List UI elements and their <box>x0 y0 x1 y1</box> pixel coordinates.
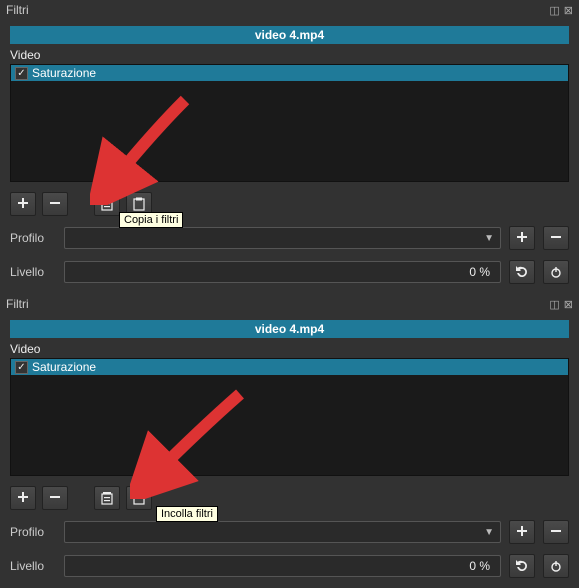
filter-item[interactable]: ✓ Saturazione <box>11 359 568 375</box>
minus-icon <box>48 197 62 211</box>
panel-title: Filtri <box>6 297 29 311</box>
dock-icon[interactable]: ◫ <box>549 4 559 17</box>
profile-add-button[interactable] <box>509 520 535 544</box>
paste-icon <box>132 197 146 211</box>
plus-icon <box>515 231 529 245</box>
filters-panel-2: Filtri ◫ ⊠ video 4.mp4 Video ✓ Saturazio… <box>0 294 579 588</box>
undo-icon <box>515 559 529 573</box>
plus-icon <box>16 491 30 505</box>
add-filter-button[interactable] <box>10 486 36 510</box>
reset-button[interactable] <box>509 554 535 578</box>
panel-header: Filtri ◫ ⊠ <box>0 0 579 20</box>
level-label: Livello <box>10 265 56 279</box>
copy-filters-button[interactable] <box>94 486 120 510</box>
filter-name: Saturazione <box>32 360 96 374</box>
tooltip-paste: Incolla filtri <box>156 506 218 522</box>
filter-toolbar <box>10 486 569 510</box>
clip-name: video 4.mp4 <box>10 26 569 44</box>
reset-button[interactable] <box>509 260 535 284</box>
chevron-down-icon: ▼ <box>484 233 494 244</box>
panel-window-controls: ◫ ⊠ <box>549 298 573 311</box>
tooltip-copy: Copia i filtri <box>119 212 183 228</box>
filters-panel-1: Filtri ◫ ⊠ video 4.mp4 Video ✓ Saturazio… <box>0 0 579 294</box>
power-icon <box>549 559 563 573</box>
panel-header: Filtri ◫ ⊠ <box>0 294 579 314</box>
profile-remove-button[interactable] <box>543 226 569 250</box>
filter-checkbox[interactable]: ✓ <box>15 361 28 374</box>
undo-icon <box>515 265 529 279</box>
add-filter-button[interactable] <box>10 192 36 216</box>
profile-label: Profilo <box>10 231 56 245</box>
plus-icon <box>16 197 30 211</box>
dock-icon[interactable]: ◫ <box>549 298 559 311</box>
clip-name: video 4.mp4 <box>10 320 569 338</box>
filter-list[interactable]: ✓ Saturazione <box>10 358 569 476</box>
level-slider[interactable]: 0 % <box>64 261 501 283</box>
panel-body: video 4.mp4 Video ✓ Saturazione <box>0 20 579 294</box>
copy-icon <box>100 197 114 211</box>
paste-filters-button[interactable] <box>126 486 152 510</box>
filter-group-label: Video <box>10 342 569 356</box>
minus-icon <box>48 491 62 505</box>
paste-icon <box>132 491 146 505</box>
filter-toolbar <box>10 192 569 216</box>
level-value: 0 % <box>469 559 490 573</box>
profile-combo[interactable]: ▼ <box>64 521 501 543</box>
close-icon[interactable]: ⊠ <box>564 4 573 17</box>
profile-remove-button[interactable] <box>543 520 569 544</box>
minus-icon <box>549 525 563 539</box>
profile-add-button[interactable] <box>509 226 535 250</box>
remove-filter-button[interactable] <box>42 192 68 216</box>
profile-combo[interactable]: ▼ <box>64 227 501 249</box>
chevron-down-icon: ▼ <box>484 527 494 538</box>
filter-list[interactable]: ✓ Saturazione <box>10 64 569 182</box>
level-row: Livello 0 % <box>10 554 569 578</box>
power-icon <box>549 265 563 279</box>
panel-body: video 4.mp4 Video ✓ Saturazione <box>0 314 579 588</box>
level-label: Livello <box>10 559 56 573</box>
panel-title: Filtri <box>6 3 29 17</box>
remove-filter-button[interactable] <box>42 486 68 510</box>
copy-filters-button[interactable] <box>94 192 120 216</box>
profile-row: Profilo ▼ <box>10 226 569 250</box>
level-value: 0 % <box>469 265 490 279</box>
close-icon[interactable]: ⊠ <box>564 298 573 311</box>
filter-item[interactable]: ✓ Saturazione <box>11 65 568 81</box>
level-slider[interactable]: 0 % <box>64 555 501 577</box>
filter-checkbox[interactable]: ✓ <box>15 67 28 80</box>
plus-icon <box>515 525 529 539</box>
profile-label: Profilo <box>10 525 56 539</box>
profile-row: Profilo ▼ <box>10 520 569 544</box>
minus-icon <box>549 231 563 245</box>
filter-group-label: Video <box>10 48 569 62</box>
level-row: Livello 0 % <box>10 260 569 284</box>
panel-window-controls: ◫ ⊠ <box>549 4 573 17</box>
power-button[interactable] <box>543 554 569 578</box>
copy-icon <box>100 491 114 505</box>
power-button[interactable] <box>543 260 569 284</box>
filter-name: Saturazione <box>32 66 96 80</box>
